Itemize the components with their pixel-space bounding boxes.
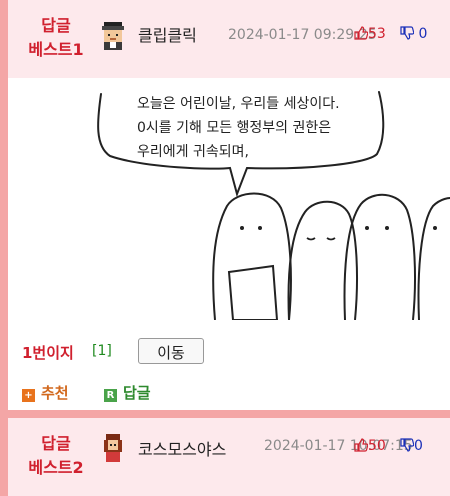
reply-r-icon: R	[104, 389, 117, 402]
downvote-count[interactable]: 0	[400, 438, 423, 454]
best-badge-line1: 답글	[41, 16, 71, 35]
recommend-button[interactable]: + 추천	[22, 382, 69, 403]
best-badge-line2: 베스트2	[28, 458, 84, 477]
pixel-avatar-icon[interactable]	[100, 22, 126, 50]
thumbs-up-icon	[354, 438, 368, 452]
thumbs-down-icon	[400, 26, 414, 40]
pixel-avatar-icon[interactable]	[100, 434, 126, 462]
page-label: 1번이지	[22, 344, 74, 362]
comment-comic-image: 오늘은 어린이날, 우리들 세상이다. 0시를 기해 모든 행정부의 권한은 우…	[15, 82, 450, 320]
page-number-link[interactable]: [1]	[92, 343, 112, 359]
best-badge: 답글 베스트1	[8, 14, 104, 62]
upvote-value: 50	[368, 438, 386, 454]
move-button[interactable]: 이동	[138, 338, 204, 364]
reply-label: 답글	[123, 384, 151, 402]
best-comment-2: 답글 베스트2 코스모스야스 2024-01-17 10:07:15 50 0	[8, 418, 450, 496]
comment-nickname[interactable]: 코스모스야스	[138, 436, 226, 460]
upvote-count[interactable]: 53	[354, 26, 386, 42]
comment-nickname[interactable]: 클립클릭	[138, 22, 197, 46]
downvote-count[interactable]: 0	[400, 26, 427, 42]
downvote-value: 0	[418, 26, 428, 42]
comic-line-3: 우리에게 귀속되며,	[137, 144, 249, 160]
comment-header: 답글 베스트2 코스모스야스 2024-01-17 10:07:15 50 0	[8, 418, 450, 496]
upvote-value: 53	[368, 26, 386, 42]
comment-header: 답글 베스트1 클립클릭 2024-01-17 09:29:25 53 0	[8, 0, 450, 78]
thumbs-down-icon	[400, 438, 414, 452]
downvote-value: 0	[414, 438, 423, 454]
plus-icon: +	[22, 389, 35, 402]
best-comment-1: 답글 베스트1 클립클릭 2024-01-17 09:29:25 53 0 오늘…	[8, 0, 450, 410]
upvote-count[interactable]: 50	[354, 438, 386, 454]
comment-date: 2024-01-17 10:07:15	[264, 438, 413, 454]
best-badge-line1: 답글	[41, 434, 71, 453]
reply-button[interactable]: R 답글	[104, 382, 151, 403]
best-badge-line2: 베스트1	[28, 40, 84, 59]
recommend-label: 추천	[41, 384, 69, 402]
comic-line-1: 오늘은 어린이날, 우리들 세상이다.	[137, 96, 340, 112]
comic-line-2: 0시를 기해 모든 행정부의 권한은	[137, 120, 331, 136]
comic-drawing: 오늘은 어린이날, 우리들 세상이다. 0시를 기해 모든 행정부의 권한은 우…	[97, 91, 450, 320]
thumbs-up-icon	[354, 26, 368, 40]
best-badge: 답글 베스트2	[8, 432, 104, 480]
